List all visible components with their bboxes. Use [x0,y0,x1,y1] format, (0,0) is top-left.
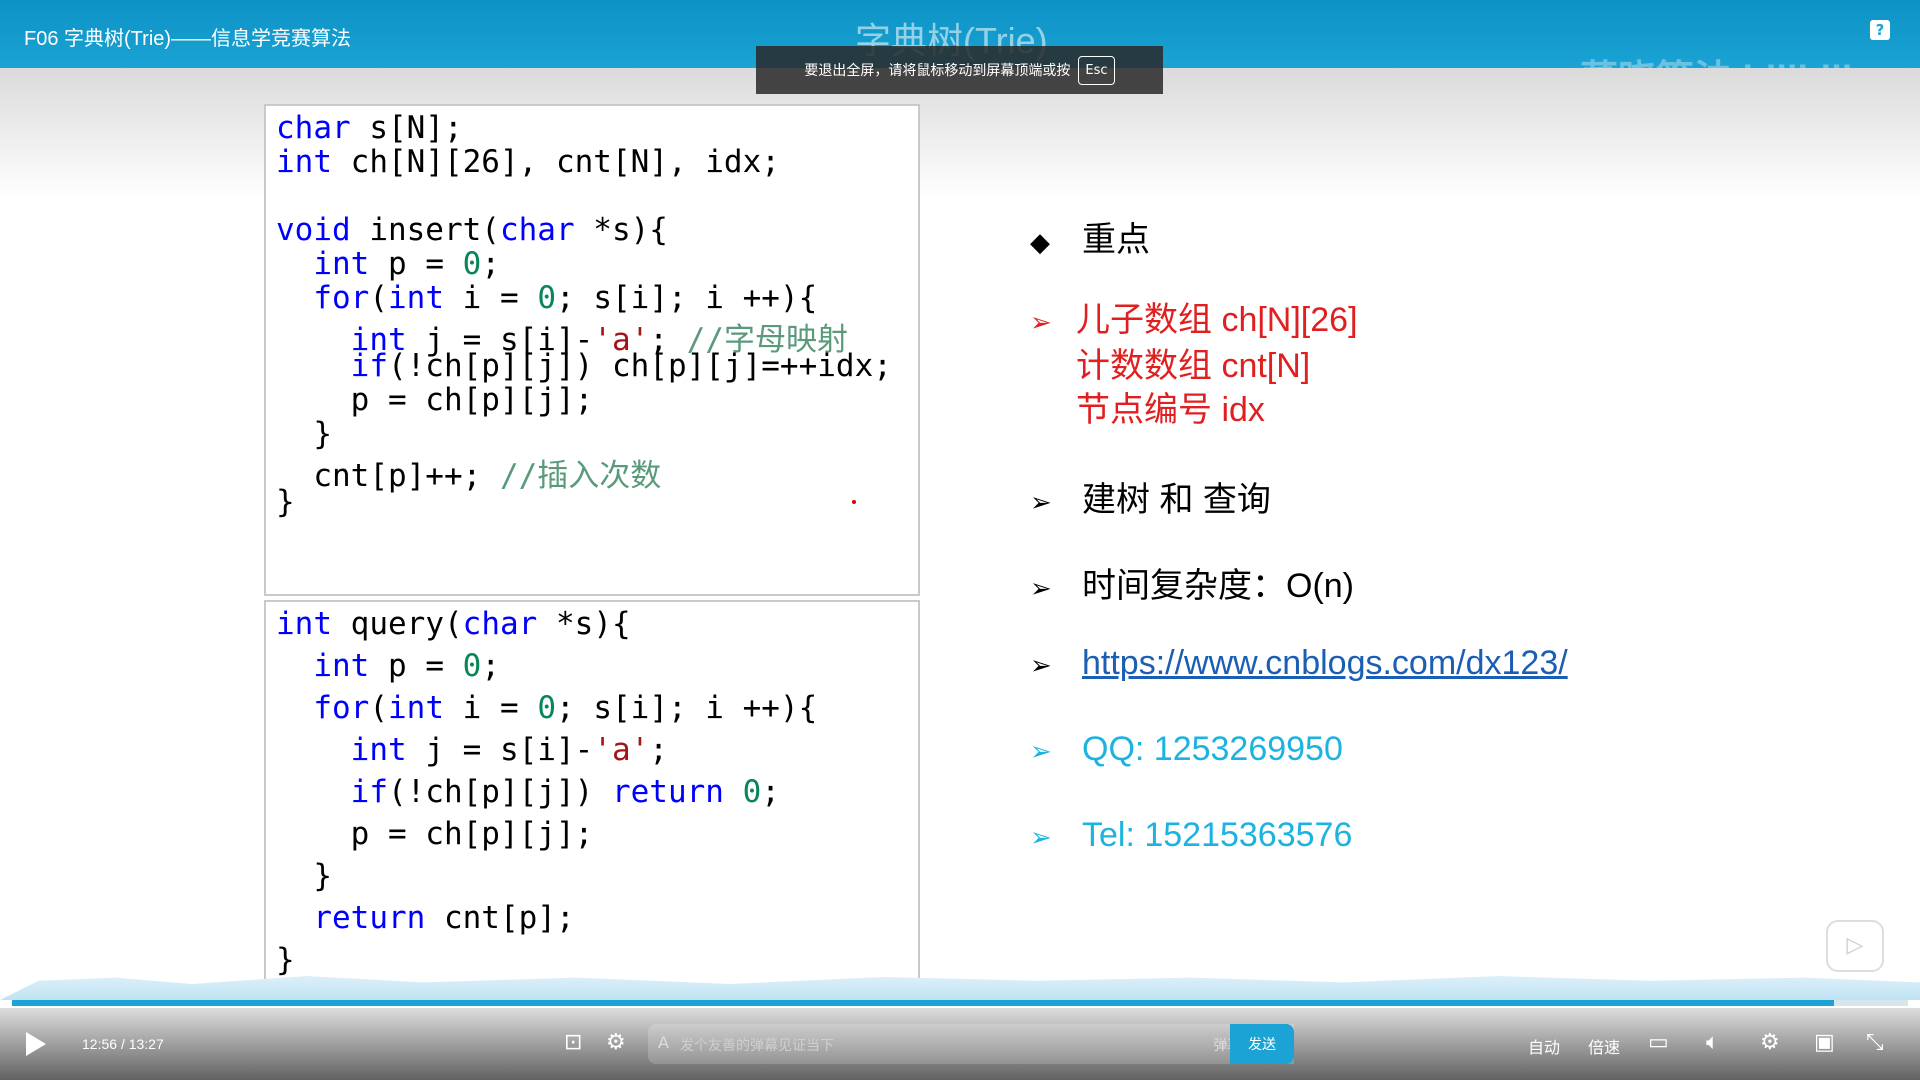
mini-player-icon[interactable]: ▷ [1826,920,1884,972]
bullet-qq: ➢ QQ: 1253269950 [1030,730,1343,769]
code-line: int p = 0; [313,648,500,684]
danmaku-input[interactable] [678,1030,1162,1060]
code-line: p = ch[p][j]; [276,382,594,418]
total-time: 13:27 [128,1036,164,1052]
video-title: F06 字典树(Trie)——信息学竞赛算法 [24,28,352,50]
bullet-complexity: ➢ 时间复杂度：O(n) [1030,558,1354,607]
code-line: int ch[N][26], cnt[N], idx; [276,144,780,180]
volume-icon[interactable]: 🔈︎ [1706,1030,1719,1055]
esc-key-hint: Esc [1078,55,1115,85]
bullet-line: 节点编号 idx [1076,391,1265,429]
code-line: for(int i = 0; s[i]; i ++){ [313,690,818,726]
gear-icon[interactable]: ⚙ [1760,1030,1780,1055]
code-line: char s[N]; [276,110,463,146]
code-line: int j = s[i]-'a'; [350,732,668,768]
bullet-text: QQ: 1253269950 [1082,730,1343,768]
diamond-icon: ◆ [1030,227,1050,257]
bullet-line: 儿子数组 ch[N][26] [1076,301,1358,339]
help-icon[interactable]: ? [1870,20,1890,40]
bullet-tel: ➢ Tel: 15215363576 [1030,816,1352,855]
code-line: void insert(char *s){ [276,212,668,248]
bullet-key-text: 重点 [1082,221,1150,259]
quality-auto-button[interactable]: 自动 [1528,1034,1560,1058]
bullet-text: 时间复杂度：O(n) [1082,567,1354,605]
arrow-icon: ➢ [1030,736,1052,766]
player-control-bar: 12:56 / 13:27 ⊡ ⚙ A 弹幕礼仪 › 发送 自动 倍速 ▭ 🔈︎… [0,1008,1920,1080]
arrow-icon: ➢ [1030,573,1052,603]
progress-fill [12,1000,1835,1006]
danmaku-settings-icon[interactable]: ⚙ [606,1030,626,1055]
code-line: } [276,484,295,520]
arrow-icon: ➢ [1030,822,1052,852]
code-line: int query(char *s){ [276,606,631,642]
code-line: } [276,942,295,978]
bullet-build-query: ➢ 建树 和 查询 [1030,472,1271,521]
arrow-icon: ➢ [1030,650,1052,680]
fullscreen-toast: 要退出全屏，请将鼠标移动到屏幕顶端或按 Esc [756,46,1163,94]
subtitle-off-icon[interactable]: ▭ [1648,1030,1669,1055]
speed-button[interactable]: 倍速 [1588,1034,1620,1058]
danmaku-toggle-icon[interactable]: ⊡ [564,1030,582,1055]
fullscreen-toast-text: 要退出全屏，请将鼠标移动到屏幕顶端或按 [804,63,1071,79]
code-line: if(!ch[p][j]) ch[p][j]=++idx; [350,348,892,384]
code-box-query: int query(char *s){ int p = 0; for(int i… [264,600,920,1000]
code-box-insert: char s[N]; int ch[N][26], cnt[N], idx; v… [264,104,920,596]
send-button[interactable]: 发送 [1230,1024,1294,1064]
bullet-link: ➢ https://www.cnblogs.com/dx123/ [1030,644,1568,683]
bullet-text: 建树 和 查询 [1082,481,1271,519]
progress-bar[interactable] [12,1000,1908,1006]
danmaku-box: A 弹幕礼仪 › [648,1024,1294,1064]
code-line: return cnt[p]; [313,900,575,936]
code-line: } [276,416,332,452]
text-style-icon[interactable]: A [658,1033,669,1052]
time-display: 12:56 / 13:27 [82,1036,164,1052]
code-line: int p = 0; [313,246,500,282]
time-separator: / [120,1036,125,1052]
bullet-arrays: ➢ 儿子数组 ch[N][26] 计数数组 cnt[N] 节点编号 idx [1030,298,1358,432]
blog-link[interactable]: https://www.cnblogs.com/dx123/ [1082,644,1568,682]
code-line: if(!ch[p][j]) return 0; [350,774,780,810]
code-line: cnt[p]++; //插入次数 [276,458,662,494]
cursor-dot [852,500,856,504]
code-line: for(int i = 0; s[i]; i ++){ [313,280,818,316]
code-line: p = ch[p][j]; [276,816,594,852]
fullscreen-exit-icon[interactable]: ⤡ [1866,1030,1884,1055]
bullet-line: 计数数组 cnt[N] [1076,347,1311,385]
play-icon[interactable] [26,1032,46,1056]
picture-in-picture-icon[interactable]: ▣ [1814,1030,1835,1055]
bullet-key-points: ◆ 重点 [1030,212,1150,261]
arrow-icon: ➢ [1030,307,1052,337]
arrow-icon: ➢ [1030,487,1052,517]
current-time: 12:56 [82,1036,118,1052]
code-line: } [276,858,332,894]
bullet-text: Tel: 15215363576 [1082,816,1353,854]
